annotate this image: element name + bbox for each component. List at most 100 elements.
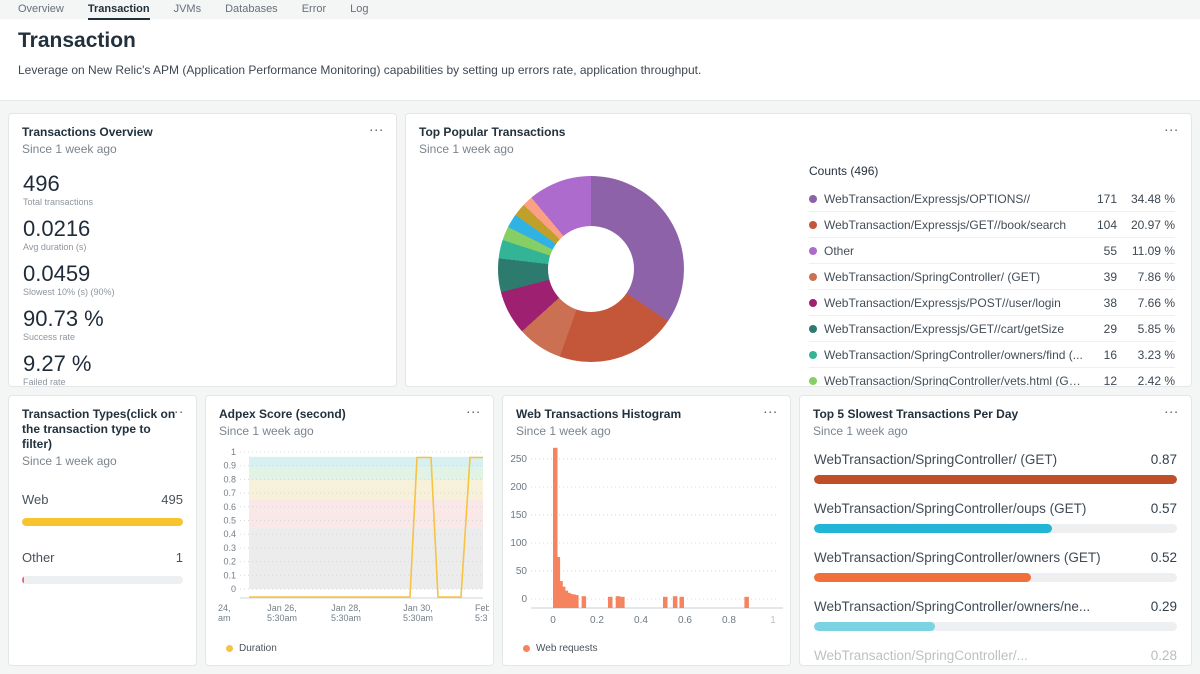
legend-label: WebTransaction/SpringController/owners/f… [824, 348, 1083, 362]
transaction-type-row[interactable]: Other 1 [9, 550, 196, 584]
slow-transaction-row[interactable]: WebTransaction/SpringController/owners (… [814, 550, 1177, 599]
metric: 0.0459 Slowest 10% (s) (90%) [23, 261, 382, 297]
legend-label: WebTransaction/Expressjs/POST//user/logi… [824, 296, 1083, 310]
svg-text:150: 150 [510, 510, 527, 521]
legend-color-dot [809, 273, 817, 281]
legend-row[interactable]: WebTransaction/Expressjs/POST//user/logi… [809, 290, 1175, 316]
legend-count: 104 [1083, 218, 1117, 232]
panel-menu-icon[interactable]: ... [1164, 400, 1179, 416]
panel-title: Top 5 Slowest Transactions Per Day [813, 407, 1178, 422]
transaction-bar-track [814, 524, 1177, 533]
panel-menu-icon[interactable]: ... [369, 118, 384, 134]
panel-title: Transactions Overview [22, 125, 383, 140]
donut-legend: Counts (496) WebTransaction/Expressjs/OP… [809, 164, 1175, 387]
panel-transactions-overview: Transactions Overview Since 1 week ago .… [8, 113, 397, 387]
transaction-value: 0.28 [1151, 648, 1177, 663]
panel-subtitle: Since 1 week ago [813, 424, 1178, 438]
metric-value: 0.0459 [23, 261, 382, 286]
svg-text:250: 250 [510, 454, 527, 465]
legend-percent: 2.42 % [1117, 374, 1175, 388]
panel-title: Adpex Score (second) [219, 407, 480, 422]
panel-subtitle: Since 1 week ago [22, 454, 183, 468]
adpex-legend[interactable]: Duration [226, 643, 277, 654]
panel-transaction-types: Transaction Types(click on the transacti… [8, 395, 197, 666]
panel-title: Transaction Types(click on the transacti… [22, 407, 183, 452]
panel-menu-icon[interactable]: ... [1164, 118, 1179, 134]
metric-label: Success rate [23, 332, 382, 342]
tab-error[interactable]: Error [302, 3, 326, 18]
type-value: 495 [161, 492, 183, 507]
legend-label: WebTransaction/SpringController/vets.htm… [824, 374, 1083, 388]
svg-text:50: 50 [516, 566, 528, 577]
panel-subtitle: Since 1 week ago [219, 424, 480, 438]
panel-menu-icon[interactable]: ... [763, 400, 778, 416]
legend-color-dot [809, 195, 817, 203]
legend-color-dot [809, 221, 817, 229]
svg-text:5:3: 5:3 [475, 613, 488, 623]
legend-label: WebTransaction/Expressjs/GET//book/searc… [824, 218, 1083, 232]
type-label: Other [22, 550, 55, 565]
transaction-bar-track [814, 622, 1177, 631]
donut-chart[interactable] [498, 176, 684, 362]
slow-transaction-row[interactable]: WebTransaction/SpringController/... 0.28 [814, 648, 1177, 666]
legend-count: 39 [1083, 270, 1117, 284]
panel-menu-icon[interactable]: ... [169, 400, 184, 416]
transaction-label: WebTransaction/SpringController/owners/n… [814, 599, 1090, 614]
panel-top5-slowest: Top 5 Slowest Transactions Per Day Since… [799, 395, 1192, 666]
svg-text:Feb: Feb [475, 603, 489, 613]
svg-text:1: 1 [231, 447, 236, 457]
svg-text:Jan 28,: Jan 28, [331, 603, 361, 613]
histogram-legend[interactable]: Web requests [523, 643, 598, 654]
tab-jvms[interactable]: JVMs [174, 3, 202, 18]
legend-count: 29 [1083, 322, 1117, 336]
legend-count: 171 [1083, 192, 1117, 206]
legend-row[interactable]: WebTransaction/Expressjs/OPTIONS// 171 3… [809, 186, 1175, 212]
transaction-value: 0.87 [1151, 452, 1177, 467]
legend-percent: 34.48 % [1117, 192, 1175, 206]
svg-text:0.6: 0.6 [678, 615, 692, 626]
legend-row[interactable]: WebTransaction/SpringController/ (GET) 3… [809, 264, 1175, 290]
type-bar-track [22, 518, 183, 526]
legend-label: WebTransaction/Expressjs/OPTIONS// [824, 192, 1083, 206]
legend-label: Other [824, 244, 1083, 258]
panel-menu-icon[interactable]: ... [466, 400, 481, 416]
svg-text:0.1: 0.1 [223, 570, 236, 580]
transaction-type-row[interactable]: Web 495 [9, 492, 196, 526]
tab-transaction[interactable]: Transaction [88, 3, 150, 20]
tab-overview[interactable]: Overview [18, 3, 64, 18]
svg-text:0: 0 [231, 584, 236, 594]
type-bar-fill [22, 576, 24, 584]
legend-label: Web requests [536, 643, 598, 654]
svg-text:0.4: 0.4 [223, 529, 236, 539]
legend-label: Duration [239, 643, 277, 654]
legend-row[interactable]: WebTransaction/Expressjs/GET//book/searc… [809, 212, 1175, 238]
type-label: Web [22, 492, 49, 507]
slow-transaction-row[interactable]: WebTransaction/SpringController/ (GET) 0… [814, 452, 1177, 501]
transaction-value: 0.52 [1151, 550, 1177, 565]
transaction-bar-fill [814, 622, 935, 631]
legend-row[interactable]: WebTransaction/Expressjs/GET//cart/getSi… [809, 316, 1175, 342]
legend-row[interactable]: WebTransaction/SpringController/vets.htm… [809, 368, 1175, 387]
transaction-label: WebTransaction/SpringController/oups (GE… [814, 501, 1086, 516]
svg-text:1: 1 [770, 615, 776, 626]
type-bar-fill [22, 518, 183, 526]
legend-percent: 11.09 % [1117, 244, 1175, 258]
tab-databases[interactable]: Databases [225, 3, 278, 18]
page-description: Leverage on New Relic's APM (Application… [18, 63, 1182, 77]
metric-value: 0.0216 [23, 216, 382, 241]
tab-bar: Overview Transaction JVMs Databases Error Log [0, 0, 1200, 19]
metric-label: Total transactions [23, 197, 382, 207]
transaction-bar-track [814, 573, 1177, 582]
svg-text:0: 0 [521, 594, 527, 605]
legend-row[interactable]: WebTransaction/SpringController/owners/f… [809, 342, 1175, 368]
transaction-bar-track [814, 475, 1177, 484]
adpex-line-chart[interactable]: 10.90.80.70.60.50.40.30.20.1024,amJan 26… [212, 444, 489, 629]
legend-row[interactable]: Other 55 11.09 % [809, 238, 1175, 264]
slow-transaction-row[interactable]: WebTransaction/SpringController/owners/n… [814, 599, 1177, 648]
histogram-chart[interactable]: 25020015010050000.20.40.60.81 [509, 444, 786, 629]
slow-transaction-row[interactable]: WebTransaction/SpringController/oups (GE… [814, 501, 1177, 550]
transaction-bar-fill [814, 573, 1031, 582]
svg-text:0.7: 0.7 [223, 488, 236, 498]
tab-log[interactable]: Log [350, 3, 368, 18]
legend-count: 16 [1083, 348, 1117, 362]
